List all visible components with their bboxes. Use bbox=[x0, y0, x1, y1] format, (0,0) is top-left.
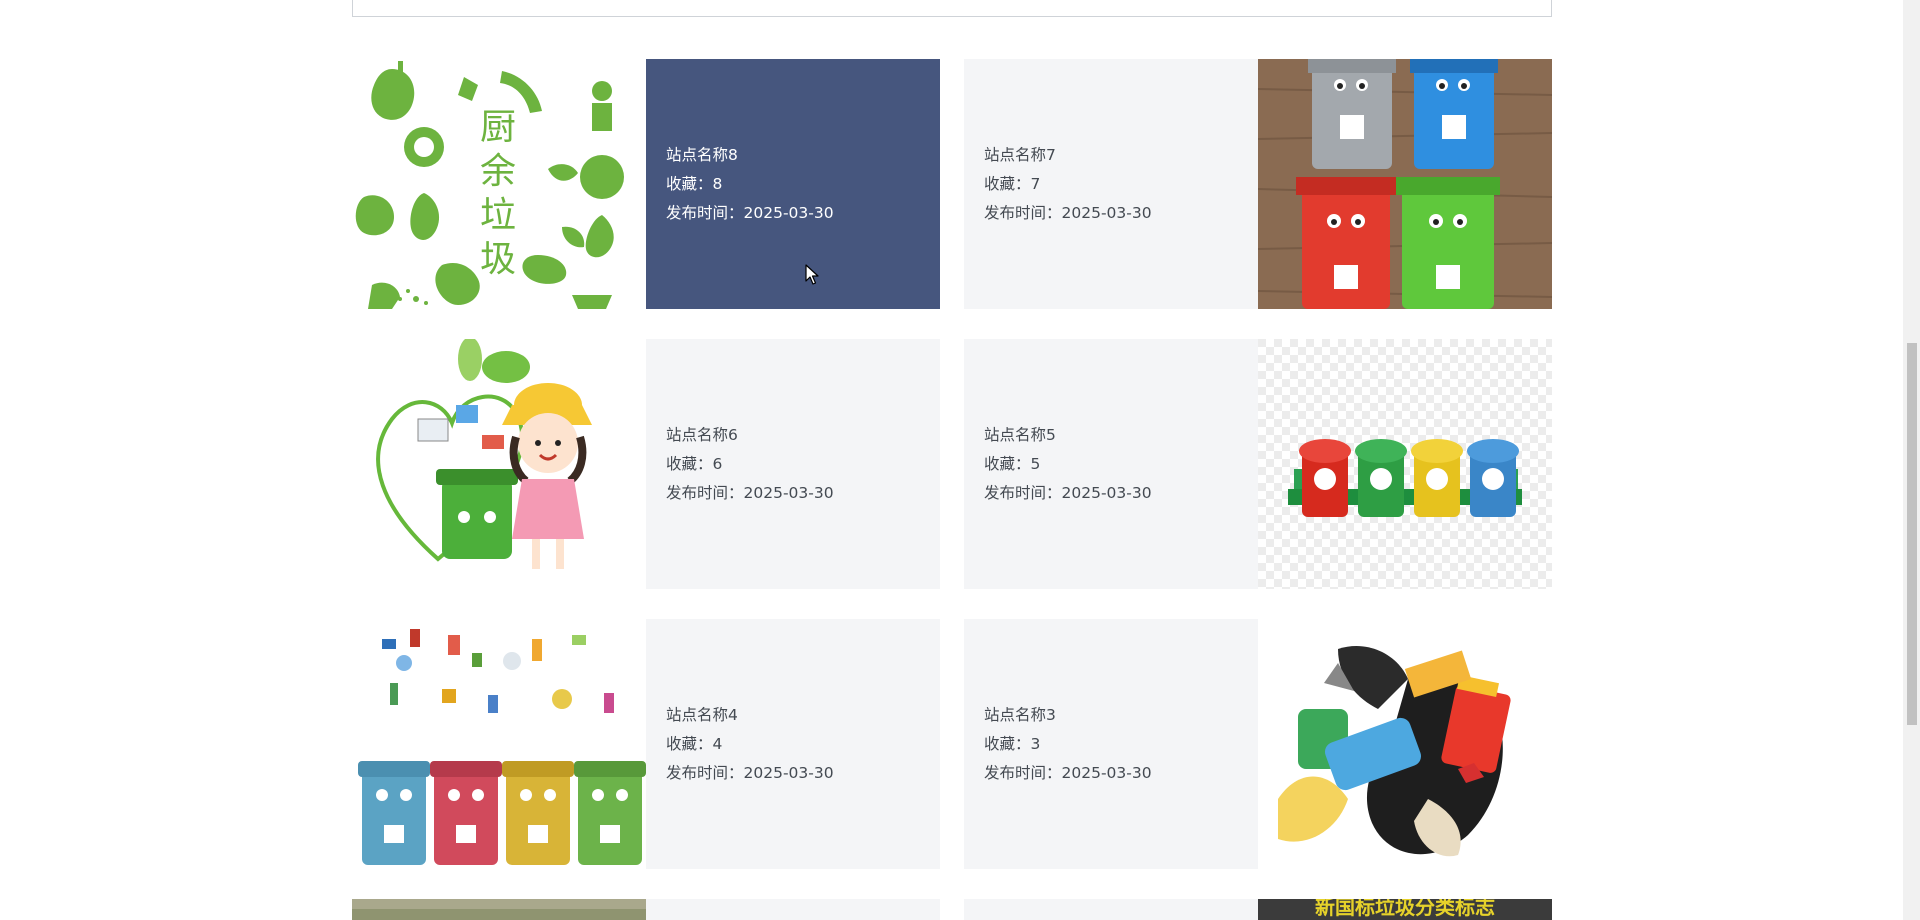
mouse-cursor-icon bbox=[805, 264, 819, 285]
publish-date: 2025-03-30 bbox=[743, 763, 834, 782]
girl-recycling-image bbox=[352, 339, 646, 589]
card-image-6[interactable] bbox=[352, 339, 646, 589]
card-info-3[interactable]: 站点名称3 收藏：3 发布时间：2025-03-30 bbox=[964, 619, 1258, 869]
card-info-8[interactable]: 站点名称8 收藏：8 发布时间：2025-03-30 bbox=[646, 59, 940, 309]
favorites-line: 收藏：5 bbox=[984, 454, 1041, 473]
card-image-5[interactable] bbox=[1258, 339, 1552, 589]
publish-date-line: 发布时间：2025-03-30 bbox=[984, 763, 1152, 782]
image-text-1: 厨 bbox=[480, 107, 516, 148]
favorites-count: 4 bbox=[712, 734, 723, 753]
publish-date: 2025-03-30 bbox=[1061, 763, 1152, 782]
card-image-7[interactable] bbox=[1258, 59, 1552, 309]
favorites-count: 3 bbox=[1030, 734, 1041, 753]
card-info-1[interactable] bbox=[964, 899, 1258, 920]
site-name: 站点名称4 bbox=[666, 705, 738, 724]
favorites-line: 收藏：3 bbox=[984, 734, 1041, 753]
card-image-2[interactable] bbox=[352, 899, 646, 920]
site-name: 站点名称6 bbox=[666, 425, 738, 444]
publish-date: 2025-03-30 bbox=[743, 483, 834, 502]
scrollbar-thumb[interactable] bbox=[1907, 343, 1917, 725]
favorites-line: 收藏：6 bbox=[666, 454, 723, 473]
vertical-scrollbar[interactable] bbox=[1903, 0, 1920, 920]
publish-date: 2025-03-30 bbox=[1061, 203, 1152, 222]
image-text-3: 垃 bbox=[480, 195, 516, 236]
standard-sign-image: 新国标垃圾分类标志 bbox=[1258, 899, 1552, 920]
card-image-3[interactable] bbox=[1258, 619, 1552, 869]
food-waste-image: 厨 余 垃 圾 bbox=[352, 59, 646, 309]
favorites-count: 6 bbox=[712, 454, 723, 473]
favorites-line: 收藏：7 bbox=[984, 174, 1041, 193]
image-text-4: 圾 bbox=[480, 239, 516, 280]
publish-date-line: 发布时间：2025-03-30 bbox=[666, 203, 834, 222]
banner-text: 新国标垃圾分类标志 bbox=[1315, 899, 1495, 919]
site-name: 站点名称7 bbox=[984, 145, 1056, 164]
card-info-7[interactable]: 站点名称7 收藏：7 发布时间：2025-03-30 bbox=[964, 59, 1258, 309]
bins-with-waste-image bbox=[352, 619, 646, 869]
favorites-count: 7 bbox=[1030, 174, 1041, 193]
card-info-5[interactable]: 站点名称5 收藏：5 发布时间：2025-03-30 bbox=[964, 339, 1258, 589]
sorting-bins-wood-image bbox=[1258, 59, 1552, 309]
favorites-count: 5 bbox=[1030, 454, 1041, 473]
card-image-8[interactable]: 厨 余 垃 圾 bbox=[352, 59, 646, 309]
card-info-6[interactable]: 站点名称6 收藏：6 发布时间：2025-03-30 bbox=[646, 339, 940, 589]
site-name: 站点名称5 bbox=[984, 425, 1056, 444]
publish-date-line: 发布时间：2025-03-30 bbox=[666, 763, 834, 782]
card-info-4[interactable]: 站点名称4 收藏：4 发布时间：2025-03-30 bbox=[646, 619, 940, 869]
publish-date-line: 发布时间：2025-03-30 bbox=[666, 483, 834, 502]
top-content-box bbox=[352, 0, 1552, 17]
site-name: 站点名称8 bbox=[666, 145, 738, 164]
publish-date-line: 发布时间：2025-03-30 bbox=[984, 483, 1152, 502]
publish-date-line: 发布时间：2025-03-30 bbox=[984, 203, 1152, 222]
image-text-2: 余 bbox=[480, 151, 516, 192]
site-name: 站点名称3 bbox=[984, 705, 1056, 724]
landscape-image bbox=[352, 899, 646, 920]
favorites-count: 8 bbox=[712, 174, 723, 193]
favorites-line: 收藏：4 bbox=[666, 734, 723, 753]
favorites-line: 收藏：8 bbox=[666, 174, 723, 193]
card-info-2[interactable] bbox=[646, 899, 940, 920]
publish-date: 2025-03-30 bbox=[743, 203, 834, 222]
garbage-pile-image bbox=[1258, 619, 1552, 869]
publish-date: 2025-03-30 bbox=[1061, 483, 1152, 502]
card-image-4[interactable] bbox=[352, 619, 646, 869]
card-image-1[interactable]: 新国标垃圾分类标志 bbox=[1258, 899, 1552, 920]
four-bins-image bbox=[1258, 339, 1552, 589]
